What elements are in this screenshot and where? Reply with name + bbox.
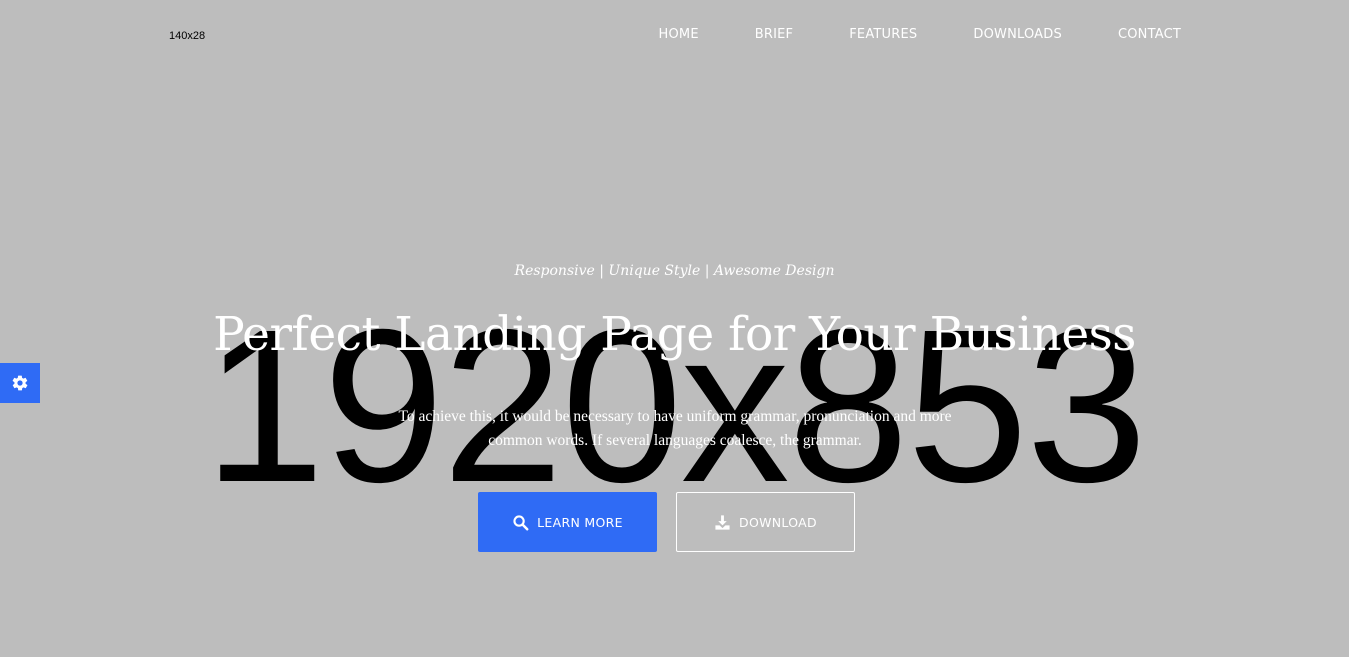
hero-tagline: Responsive | Unique Style | Awesome Desi… — [514, 263, 835, 279]
learn-more-button[interactable]: LEARN MORE — [478, 492, 657, 552]
download-label: DOWNLOAD — [739, 514, 817, 530]
hero-subtext: To achieve this, it would be necessary t… — [398, 408, 952, 449]
download-button[interactable]: DOWNLOAD — [676, 492, 855, 552]
hero-headline: Perfect Landing Page for Your Business — [213, 307, 1136, 362]
download-icon — [714, 514, 731, 531]
learn-more-label: LEARN MORE — [537, 514, 623, 530]
search-icon — [512, 514, 529, 531]
hero-section: Responsive | Unique Style | Awesome Desi… — [0, 0, 1349, 657]
